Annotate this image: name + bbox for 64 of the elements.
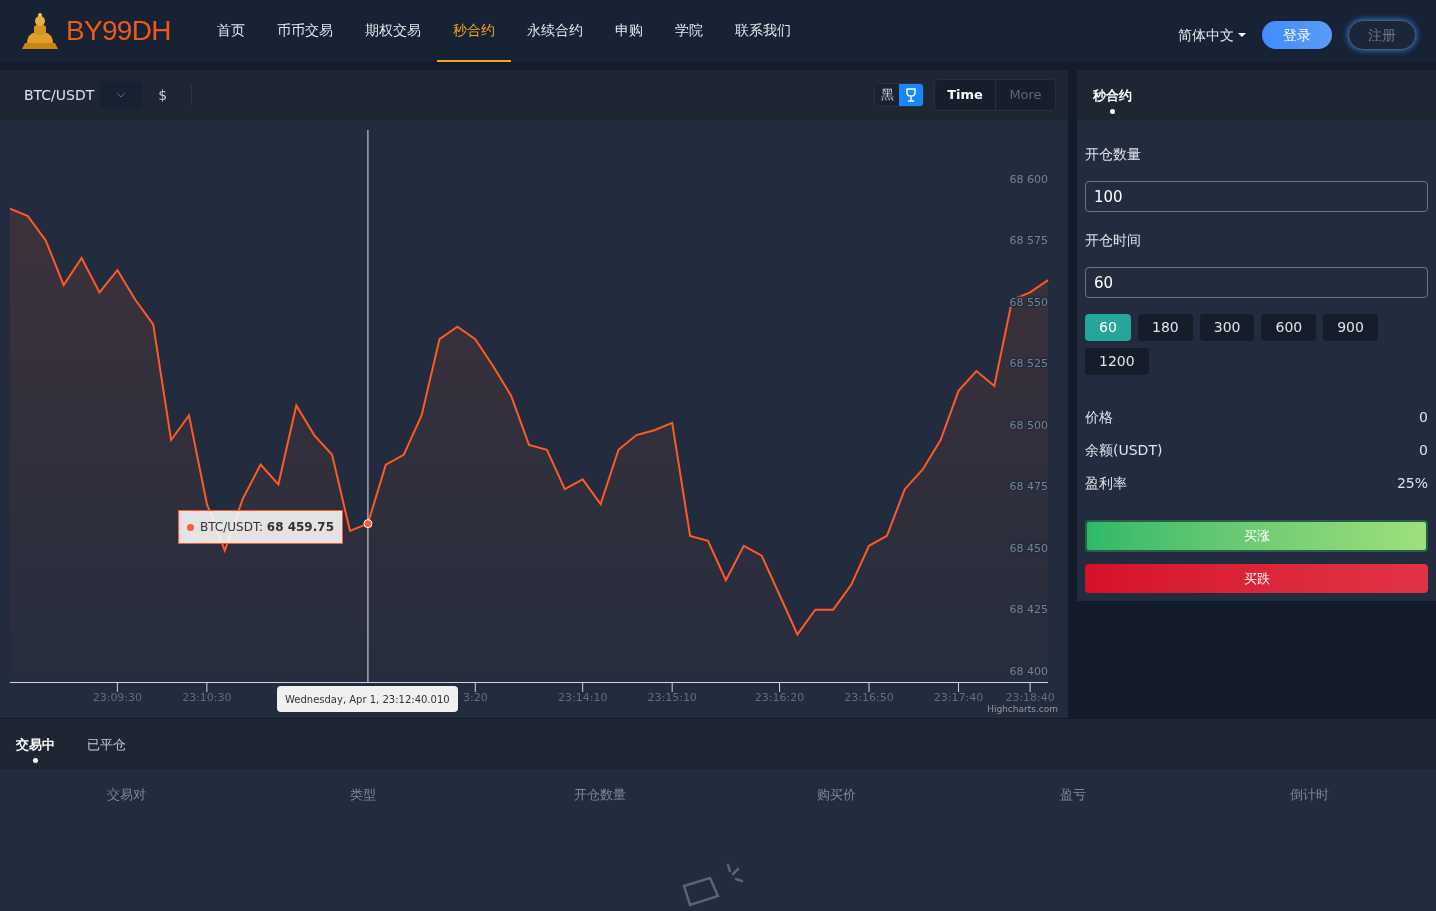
positions-tab[interactable]: 已平仓	[87, 734, 126, 769]
time-field[interactable]: 60	[1085, 267, 1428, 298]
info-value: 25%	[1396, 474, 1428, 493]
buy-down-button[interactable]: 买跌	[1085, 564, 1428, 593]
field-label: 开仓时间	[1085, 231, 1142, 250]
tooltip-text: BTC/USDT: 68 459.75	[200, 519, 334, 536]
nav-link[interactable]: 学院	[658, 0, 719, 62]
nav-link[interactable]: 秒合约	[436, 0, 511, 62]
column-header: 类型	[349, 786, 377, 805]
y-axis-label: 68 575	[1009, 234, 1048, 248]
theme-button[interactable]	[899, 84, 923, 106]
x-axis-label: 3:20	[462, 691, 488, 704]
currency-label: $	[158, 85, 168, 105]
column-header: 交易对	[105, 786, 147, 805]
y-axis-label: 68 475	[1009, 480, 1048, 494]
x-axis-label: 23:18:40	[1005, 691, 1055, 704]
caret-icon	[1238, 33, 1246, 37]
x-axis-label: 23:16:50	[844, 691, 894, 704]
symbol-label: BTC/USDT	[24, 85, 95, 105]
info-label: 余额(USDT)	[1085, 441, 1163, 460]
logo-text: BY99DH	[66, 14, 171, 48]
column-header: 开仓数量	[572, 786, 627, 805]
x-axis-label: 23:09:30	[92, 691, 143, 704]
nav-link[interactable]: 永续合约	[510, 0, 599, 62]
x-axis-label: 23:15:10	[647, 691, 697, 704]
chart-credit: Highcharts.com	[987, 702, 1058, 716]
x-axis-label: 23:16:20	[754, 691, 805, 704]
y-axis-label: 68 525	[1009, 357, 1048, 371]
duration-option[interactable]: 600	[1261, 314, 1317, 341]
column-header: 倒计时	[1289, 786, 1331, 805]
x-axis-label: 23:14:10	[558, 691, 608, 704]
x-axis-label: 23:10:30	[182, 691, 232, 704]
field-label: 开仓数量	[1085, 145, 1142, 164]
date-tooltip: Wednesday, Apr 1, 23:12:40.010	[277, 686, 458, 712]
positions-tab[interactable]: 交易中	[16, 734, 55, 769]
duration-option[interactable]: 1200	[1085, 348, 1149, 375]
range-tab[interactable]: Time	[935, 80, 995, 110]
y-axis-label: 68 500	[1009, 418, 1048, 432]
info-value: 0	[1419, 408, 1428, 427]
y-axis-label: 68 450	[1009, 541, 1048, 555]
chevron-down-icon	[116, 92, 127, 98]
series-dot-icon	[187, 523, 194, 531]
language-dropdown[interactable]: 简体中文	[1178, 24, 1246, 46]
y-axis-label: 68 425	[1009, 603, 1048, 617]
duration-option[interactable]: 180	[1138, 314, 1193, 341]
duration-option[interactable]: 900	[1323, 314, 1378, 341]
y-axis-label: 68 600	[1009, 172, 1048, 186]
y-axis-label: 68 400	[1009, 664, 1048, 678]
nav-link[interactable]: 联系我们	[718, 0, 807, 62]
info-label: 盈利率	[1085, 474, 1127, 493]
nav-link[interactable]: 期权交易	[348, 0, 437, 62]
column-header: 盈亏	[1059, 786, 1087, 805]
hover-point	[363, 519, 373, 529]
theme-button[interactable]: 黑	[875, 84, 899, 106]
nav-link[interactable]: 币币交易	[260, 0, 349, 62]
quantity-field[interactable]: 100	[1085, 181, 1428, 212]
duration-option[interactable]: 300	[1199, 314, 1255, 341]
nav-link[interactable]: 申购	[598, 0, 659, 62]
info-value: 0	[1419, 441, 1428, 460]
x-axis-label: 23:17:40	[933, 691, 984, 704]
nav-link[interactable]: 首页	[200, 0, 261, 62]
info-label: 价格	[1085, 408, 1113, 427]
column-header: 购买价	[815, 786, 857, 805]
panel-tab[interactable]: 秒合约	[1093, 85, 1132, 120]
